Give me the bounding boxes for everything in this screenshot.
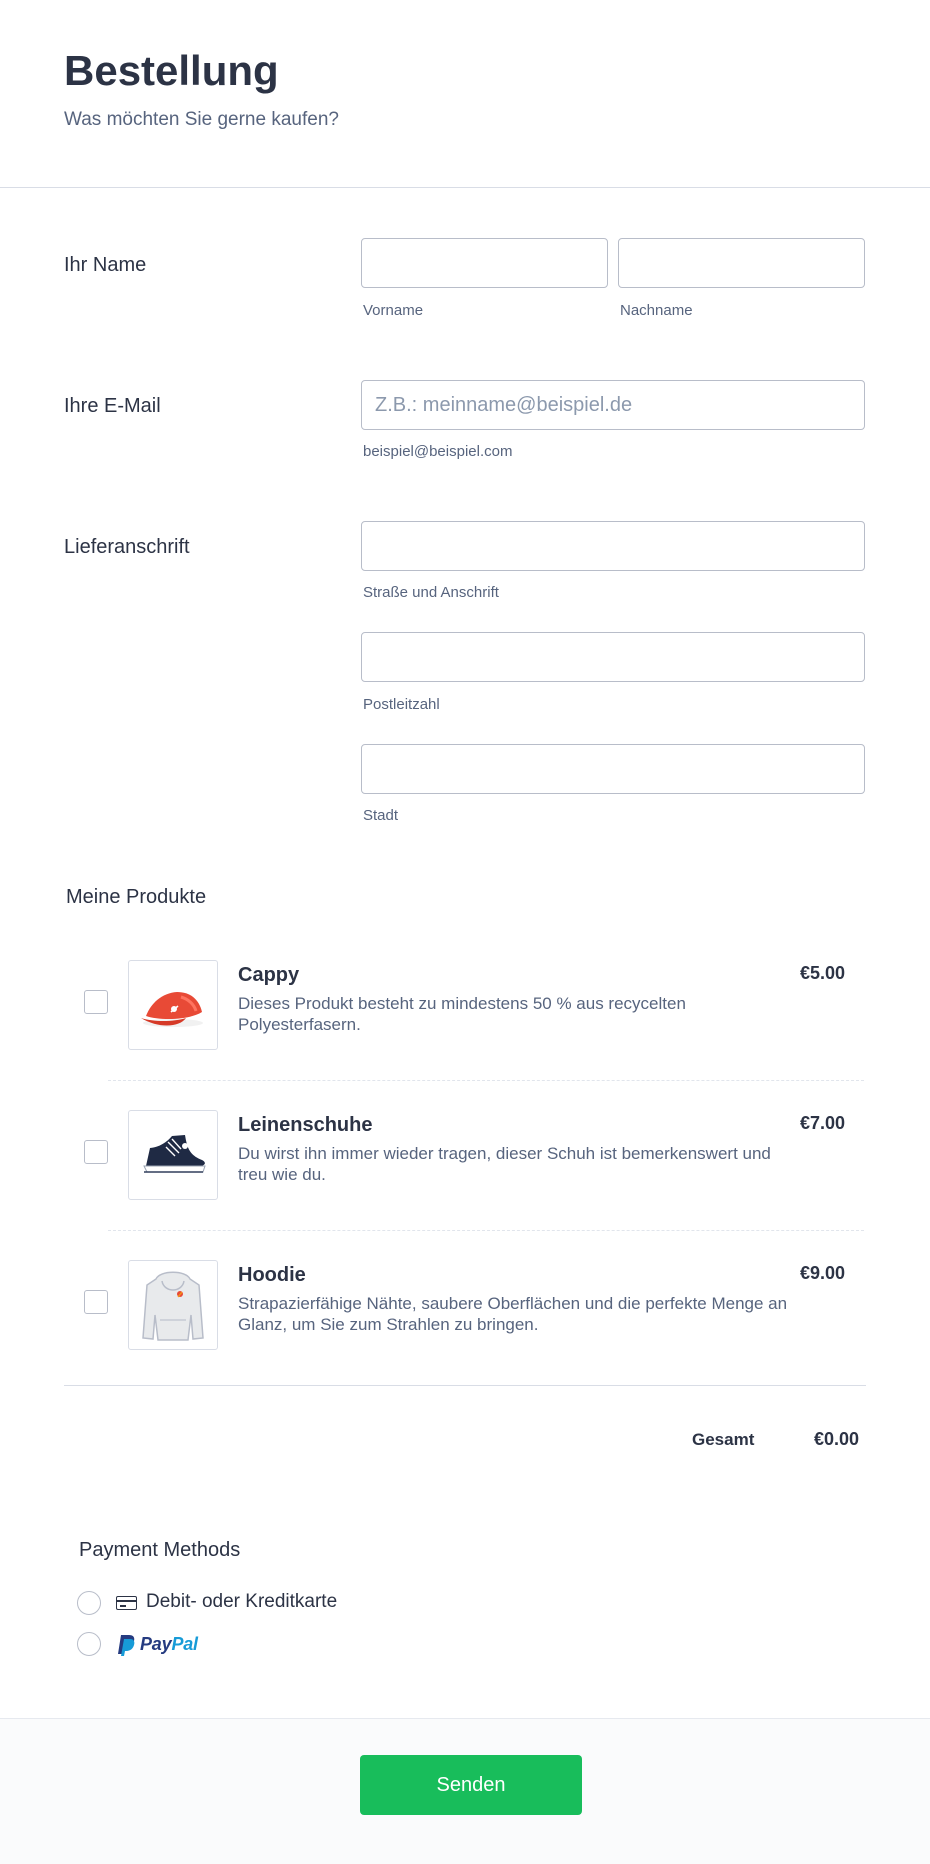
paypal-pal-text: Pal	[171, 1634, 198, 1654]
first-name-input[interactable]	[362, 239, 607, 287]
street-sublabel: Straße und Anschrift	[363, 584, 499, 601]
product-name: Cappy	[238, 964, 300, 986]
postal-code-field[interactable]	[361, 632, 865, 682]
product-name: Leinenschuhe	[238, 1114, 373, 1136]
product-price: €9.00	[799, 1263, 845, 1283]
paypal-pay-text: Pay	[140, 1634, 172, 1654]
email-input[interactable]	[362, 381, 864, 429]
payment-methods-title: Payment Methods	[79, 1539, 241, 1561]
first-name-sublabel: Vorname	[363, 302, 424, 319]
canvas-shoe-icon	[143, 1135, 206, 1173]
email-sublabel: beispiel@beispiel.com	[363, 443, 513, 460]
total-value: €0.00	[814, 1429, 860, 1449]
credit-card-icon	[116, 1596, 137, 1610]
products-title: Meine Produkte	[66, 886, 207, 908]
last-name-input[interactable]	[619, 239, 864, 287]
product-checkbox[interactable]	[84, 1290, 108, 1314]
product-item: Cappy Dieses Produkt besteht zu mindeste…	[64, 948, 864, 1098]
product-image	[128, 960, 218, 1050]
card-payment-radio[interactable]	[77, 1591, 101, 1615]
product-checkbox[interactable]	[84, 1140, 108, 1164]
product-name: Hoodie	[238, 1264, 306, 1286]
street-field[interactable]	[361, 521, 865, 571]
email-field[interactable]	[361, 380, 865, 430]
city-field[interactable]	[361, 744, 865, 794]
product-description: Strapazierfähige Nähte, saubere Oberfläc…	[238, 1294, 788, 1334]
product-image	[128, 1110, 218, 1200]
product-item: Leinenschuhe Du wirst ihn immer wieder t…	[64, 1098, 864, 1248]
first-name-field[interactable]	[361, 238, 608, 288]
last-name-field[interactable]	[618, 238, 865, 288]
street-input[interactable]	[362, 522, 864, 570]
product-description: Dieses Produkt besteht zu mindestens 50 …	[238, 994, 686, 1034]
paypal-payment-radio[interactable]	[77, 1632, 101, 1656]
card-payment-label: Debit- oder Kreditkarte	[146, 1591, 338, 1612]
submit-button[interactable]: Senden	[360, 1755, 582, 1815]
paypal-logo-icon	[118, 1635, 135, 1656]
product-price: €7.00	[799, 1113, 845, 1133]
form-footer: Senden	[0, 1718, 930, 1864]
red-cap-icon	[141, 992, 203, 1027]
page-title: Bestellung	[64, 47, 279, 94]
last-name-sublabel: Nachname	[620, 302, 693, 319]
product-description: Du wirst ihn immer wieder tragen, dieser…	[238, 1144, 771, 1184]
city-sublabel: Stadt	[363, 807, 399, 824]
city-input[interactable]	[362, 745, 864, 793]
product-image	[128, 1260, 218, 1350]
payment-option-card[interactable]: Debit- oder Kreditkarte	[77, 1590, 377, 1618]
product-divider	[108, 1230, 864, 1231]
name-label: Ihr Name	[64, 254, 147, 276]
order-form-page: Bestellung Was möchten Sie gerne kaufen?…	[0, 0, 930, 1864]
product-divider	[108, 1080, 864, 1081]
form-header: Bestellung Was möchten Sie gerne kaufen?	[0, 0, 930, 188]
postal-code-sublabel: Postleitzahl	[363, 696, 440, 713]
address-label: Lieferanschrift	[64, 536, 190, 558]
paypal-logo: PayPal	[116, 1633, 206, 1657]
postal-code-input[interactable]	[362, 633, 864, 681]
page-subtitle: Was möchten Sie gerne kaufen?	[64, 109, 339, 130]
product-checkbox[interactable]	[84, 990, 108, 1014]
payment-option-paypal[interactable]: PayPal	[77, 1631, 377, 1659]
products-total-divider	[64, 1385, 866, 1386]
product-price: €5.00	[799, 963, 845, 983]
hoodie-icon	[142, 1271, 204, 1341]
paypal-brand-text: PayPal	[140, 1634, 198, 1655]
total-label: Gesamt	[692, 1430, 755, 1449]
email-label: Ihre E-Mail	[64, 395, 161, 417]
product-item: Hoodie Strapazierfähige Nähte, saubere O…	[64, 1248, 864, 1398]
